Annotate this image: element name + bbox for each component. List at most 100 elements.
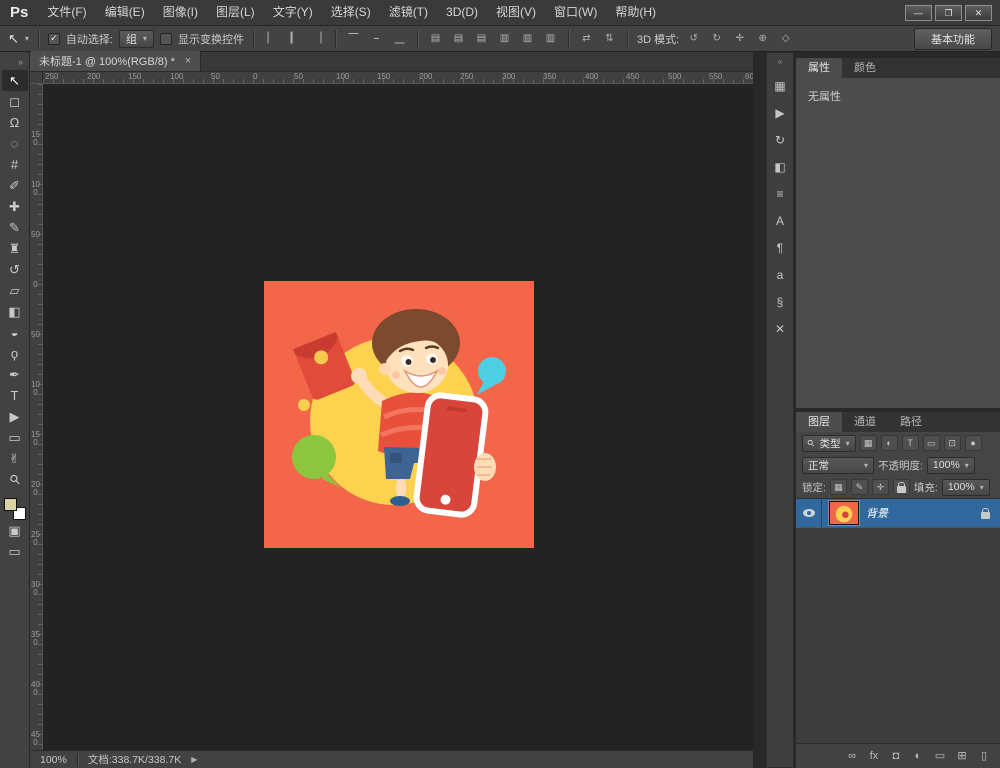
- layer-name[interactable]: 背景: [866, 505, 981, 521]
- lock-pixels-icon[interactable]: ✎: [850, 479, 868, 495]
- workspace-switcher-button[interactable]: 基本功能: [914, 27, 992, 50]
- fill-dropdown[interactable]: 100% ▾: [941, 478, 990, 496]
- tool-type[interactable]: T: [2, 385, 28, 406]
- menu-file[interactable]: 文件(F): [38, 0, 95, 25]
- menu-3d[interactable]: 3D(D): [437, 0, 487, 25]
- tab-properties[interactable]: 属性: [796, 58, 842, 78]
- menu-view[interactable]: 视图(V): [487, 0, 545, 25]
- horizontal-ruler[interactable]: 250 200 150 100 50 0 50 100 150 200 250 …: [43, 72, 753, 84]
- ruler-origin[interactable]: [30, 72, 43, 84]
- filter-smart-objects-icon[interactable]: ⊡: [943, 435, 961, 451]
- tool-history-brush[interactable]: ↺: [2, 259, 28, 280]
- menu-help[interactable]: 帮助(H): [606, 0, 665, 25]
- tool-move[interactable]: ↖: [1, 70, 28, 91]
- distribute-width-icon[interactable]: ⇄: [578, 30, 595, 48]
- maximize-button[interactable]: ❐: [935, 4, 962, 21]
- tool-dodge[interactable]: ϙ: [2, 343, 28, 364]
- menu-window[interactable]: 窗口(W): [545, 0, 606, 25]
- distribute-top-icon[interactable]: ▤: [427, 30, 444, 48]
- new-layer-icon[interactable]: ⊞: [955, 750, 969, 762]
- canvas-area[interactable]: [43, 84, 753, 750]
- 3d-pan-icon[interactable]: ✛: [731, 30, 748, 48]
- visibility-toggle[interactable]: [796, 499, 822, 527]
- link-layers-icon[interactable]: ∞: [845, 750, 859, 762]
- measurement-panel-icon[interactable]: ✕: [768, 319, 792, 339]
- toolbar-collapse-icon[interactable]: »: [18, 54, 29, 70]
- paragraph-panel-icon[interactable]: ¶: [768, 238, 792, 258]
- menu-filter[interactable]: 滤镜(T): [380, 0, 437, 25]
- tool-rectangular-marquee[interactable]: ◻: [2, 91, 28, 112]
- paragraph-styles-panel-icon[interactable]: §: [768, 292, 792, 312]
- tool-spot-healing-brush[interactable]: ✚: [2, 196, 28, 217]
- tab-layers[interactable]: 图层: [796, 412, 842, 432]
- screen-mode-button[interactable]: ▭: [2, 541, 28, 562]
- lock-position-icon[interactable]: ✛: [871, 479, 889, 495]
- lock-all-icon[interactable]: [892, 479, 910, 495]
- document-image[interactable]: [264, 281, 534, 548]
- filter-shape-layers-icon[interactable]: ▭: [922, 435, 940, 451]
- tab-paths[interactable]: 路径: [888, 412, 934, 432]
- delete-layer-icon[interactable]: ▯: [977, 750, 991, 762]
- quick-mask-button[interactable]: ▣: [2, 520, 28, 541]
- menu-select[interactable]: 选择(S): [322, 0, 380, 25]
- brush-presets-panel-icon[interactable]: ▦: [768, 76, 792, 96]
- zoom-level[interactable]: 100%: [40, 754, 67, 766]
- tab-color[interactable]: 颜色: [842, 58, 888, 78]
- filter-pixel-layers-icon[interactable]: ▦: [859, 435, 877, 451]
- tab-channels[interactable]: 通道: [842, 412, 888, 432]
- distribute-right-icon[interactable]: ▥: [542, 30, 559, 48]
- layer-filter-toggle[interactable]: ●: [964, 435, 982, 451]
- layer-effects-icon[interactable]: fx: [867, 750, 881, 762]
- distribute-hcenter-icon[interactable]: ▥: [519, 30, 536, 48]
- tool-blur[interactable]: ◒: [2, 322, 28, 343]
- tool-eraser[interactable]: ▱: [2, 280, 28, 301]
- tool-clone-stamp[interactable]: ♜: [2, 238, 28, 259]
- move-tool-icon[interactable]: ↖: [8, 31, 19, 47]
- filter-adjustment-layers-icon[interactable]: ◐: [880, 435, 898, 451]
- close-button[interactable]: ✕: [965, 4, 992, 21]
- tool-rectangle[interactable]: ▭: [2, 427, 28, 448]
- align-top-edges-icon[interactable]: ⎺: [345, 30, 362, 48]
- show-transform-checkbox[interactable]: [160, 32, 172, 45]
- distribute-bottom-icon[interactable]: ▤: [473, 30, 490, 48]
- tool-quick-selection[interactable]: ◌: [2, 133, 28, 154]
- layer-row[interactable]: 背景: [796, 499, 1000, 528]
- tool-preset-caret-icon[interactable]: ▾: [25, 34, 29, 43]
- auto-select-checkbox[interactable]: ✓: [47, 32, 60, 45]
- vertical-ruler[interactable]: 150 100 50 0 50 100 150 200 250 300 350 …: [30, 84, 43, 750]
- styles-panel-icon[interactable]: ◧: [768, 157, 792, 177]
- tab-close-icon[interactable]: ×: [185, 55, 191, 67]
- tool-eyedropper[interactable]: ✐: [2, 175, 28, 196]
- auto-select-group-dropdown[interactable]: 组 ▾: [118, 29, 154, 48]
- lock-transparency-icon[interactable]: ▦: [829, 479, 847, 495]
- filter-type-layers-icon[interactable]: T: [901, 435, 919, 451]
- new-group-icon[interactable]: ▭: [933, 750, 947, 762]
- distribute-vcenter-icon[interactable]: ▤: [450, 30, 467, 48]
- opacity-dropdown[interactable]: 100% ▾: [926, 456, 975, 474]
- tool-crop[interactable]: #: [2, 154, 28, 175]
- menu-layer[interactable]: 图层(L): [207, 0, 264, 25]
- dock-collapse-icon[interactable]: «: [778, 55, 782, 69]
- layer-filter-dropdown[interactable]: ⚲ 类型 ▾: [802, 434, 856, 452]
- menu-image[interactable]: 图像(I): [154, 0, 207, 25]
- align-v-centers-icon[interactable]: ⎯: [368, 30, 385, 48]
- menu-type[interactable]: 文字(Y): [264, 0, 322, 25]
- distribute-height-icon[interactable]: ⇅: [601, 30, 618, 48]
- 3d-rotate-icon[interactable]: ↺: [685, 30, 702, 48]
- adjustments-panel-icon[interactable]: ≡: [768, 184, 792, 204]
- tool-lasso[interactable]: Ω: [2, 112, 28, 133]
- 3d-roll-icon[interactable]: ↻: [708, 30, 725, 48]
- menu-edit[interactable]: 编辑(E): [96, 0, 154, 25]
- align-right-edges-icon[interactable]: ▕: [309, 30, 326, 48]
- align-left-edges-icon[interactable]: ▏: [263, 30, 280, 48]
- history-panel-icon[interactable]: ↻: [768, 130, 792, 150]
- foreground-color-swatch[interactable]: [3, 498, 17, 511]
- tool-gradient[interactable]: ◧: [2, 301, 28, 322]
- layer-thumbnail[interactable]: [828, 500, 860, 526]
- tool-pen[interactable]: ✒: [2, 364, 28, 385]
- blend-mode-dropdown[interactable]: 正常 ▾: [802, 456, 874, 474]
- 3d-slide-icon[interactable]: ⊕: [754, 30, 771, 48]
- 3d-scale-icon[interactable]: ◇: [777, 30, 794, 48]
- tool-brush[interactable]: ✎: [2, 217, 28, 238]
- distribute-left-icon[interactable]: ▥: [496, 30, 513, 48]
